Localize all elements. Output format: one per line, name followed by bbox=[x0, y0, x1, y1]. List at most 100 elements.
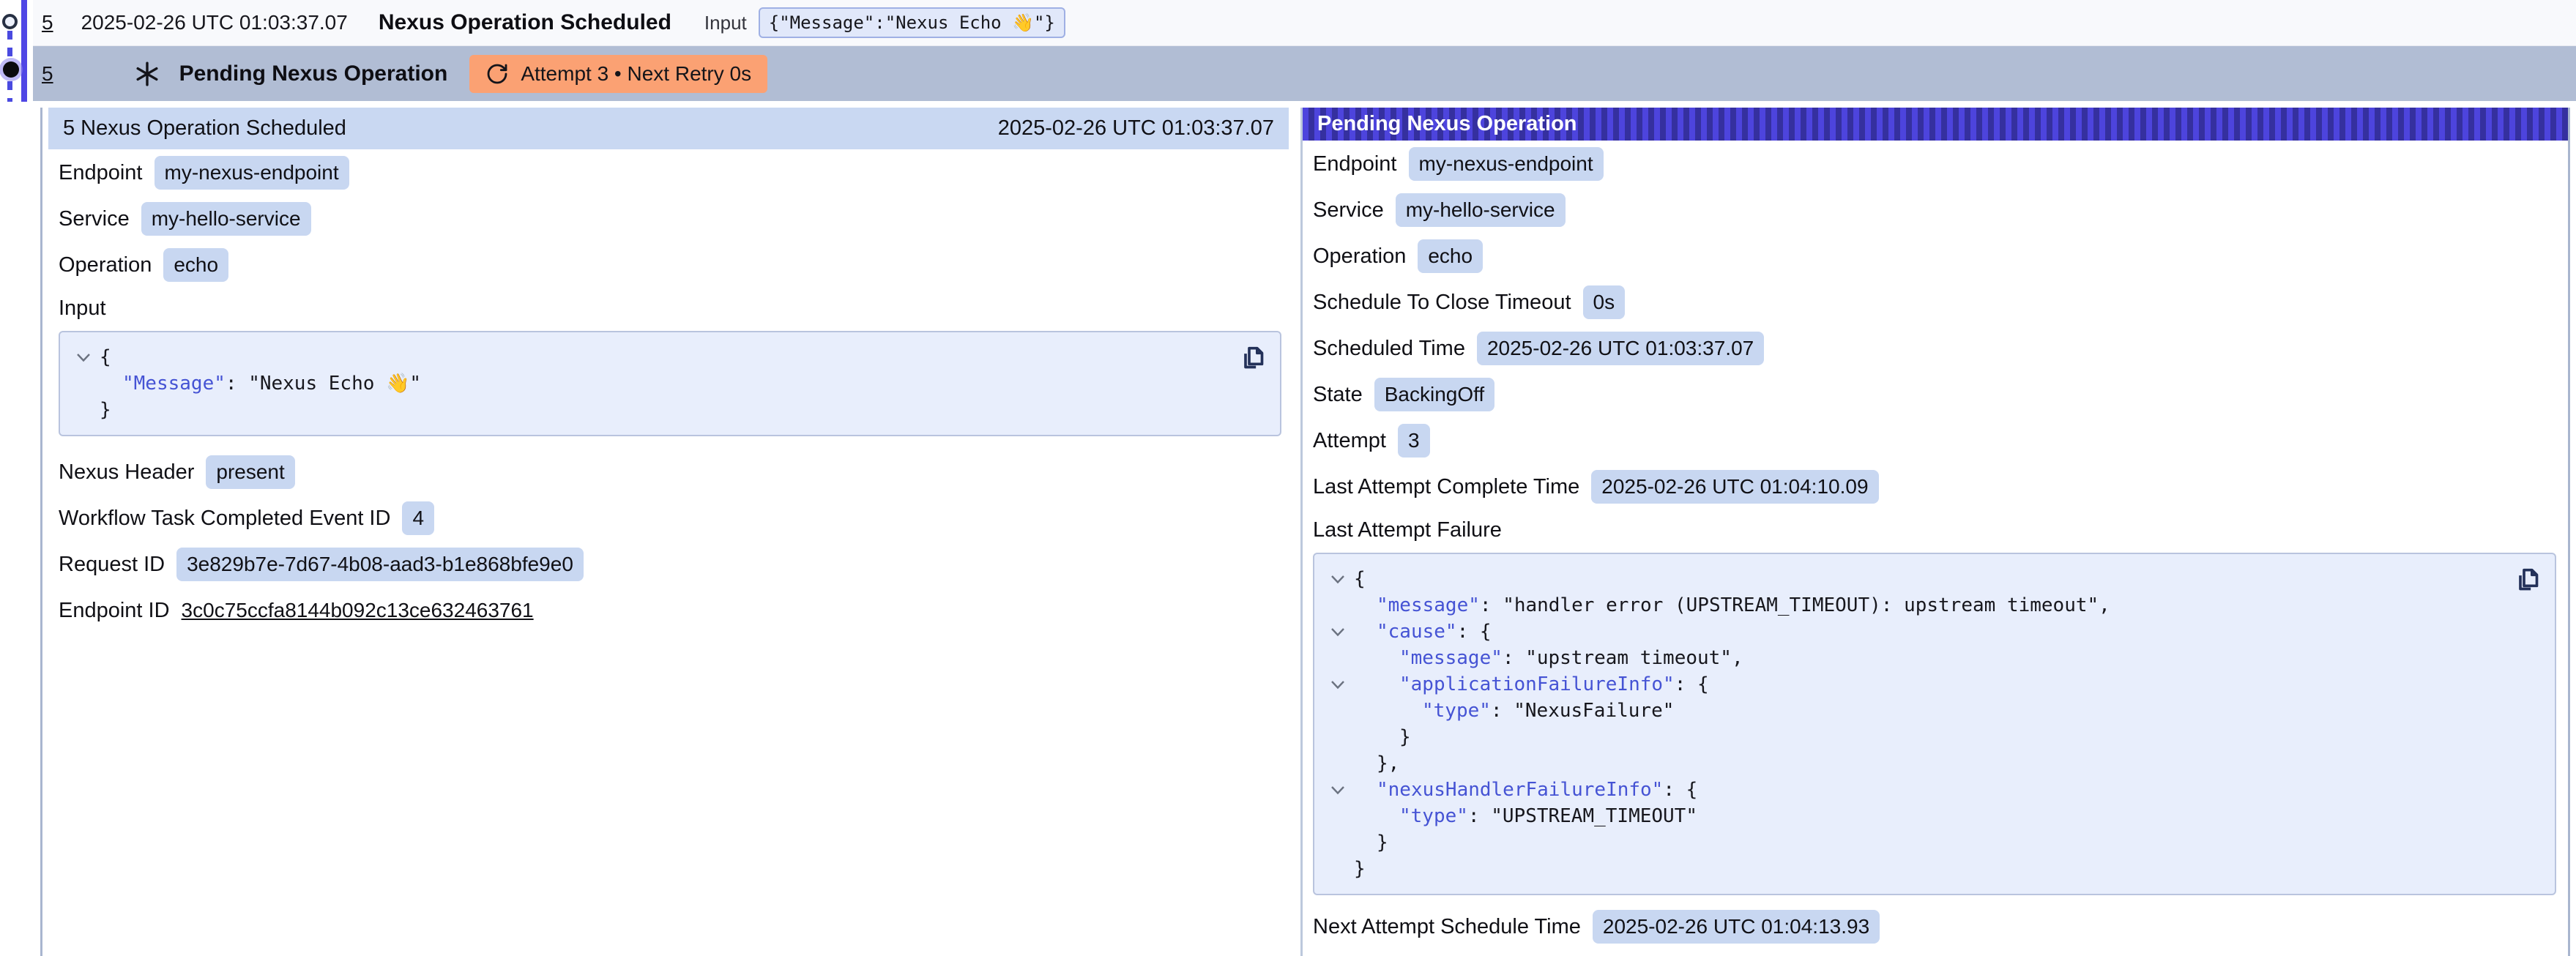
chevron-spacer bbox=[1322, 645, 1354, 671]
field-last-attempt-complete-time: Last Attempt Complete Time 2025-02-26 UT… bbox=[1313, 470, 2568, 504]
field-label: Operation bbox=[1313, 244, 1406, 269]
event-input-label: Input bbox=[704, 12, 747, 34]
chevron-spacer bbox=[1322, 750, 1354, 777]
scheduled-event-header-title: 5 Nexus Operation Scheduled bbox=[63, 116, 346, 141]
copy-icon[interactable] bbox=[2512, 564, 2543, 595]
field-value-badge: echo bbox=[1418, 239, 1483, 273]
field-label: Last Attempt Complete Time bbox=[1313, 475, 1579, 499]
event-input-value-badge: {"Message":"Nexus Echo 👋"} bbox=[759, 7, 1065, 38]
field-label: Workflow Task Completed Event ID bbox=[59, 507, 390, 531]
field-value-badge: my-hello-service bbox=[1396, 193, 1566, 227]
pending-operation-column: Pending Nexus Operation Endpoint my-nexu… bbox=[1300, 108, 2568, 956]
field-value-badge: my-nexus-endpoint bbox=[155, 156, 349, 190]
field-operation: Operation echo bbox=[59, 248, 1289, 282]
event-id-link[interactable]: 5 bbox=[42, 11, 53, 34]
code-line: } bbox=[1322, 724, 2540, 750]
field-endpoint: Endpoint my-nexus-endpoint bbox=[59, 156, 1289, 190]
field-label: Attempt bbox=[1313, 429, 1386, 453]
chevron-spacer bbox=[67, 397, 100, 423]
input-section-label: Input bbox=[59, 294, 1289, 322]
field-value-badge: present bbox=[206, 455, 294, 489]
code-text: "message": "upstream timeout", bbox=[1354, 645, 1743, 671]
collapse-chevron-icon[interactable] bbox=[1322, 671, 1354, 698]
event-detail-panel: 5 Nexus Operation Scheduled 2025-02-26 U… bbox=[40, 108, 2570, 956]
code-text: } bbox=[1354, 724, 1411, 750]
code-text: } bbox=[1354, 856, 1366, 882]
field-value-badge: 2025-02-26 UTC 01:04:13.93 bbox=[1593, 910, 1880, 944]
collapse-chevron-icon[interactable] bbox=[67, 344, 100, 370]
retry-status-badge: Attempt 3 • Next Retry 0s bbox=[469, 55, 767, 93]
code-line: } bbox=[1322, 829, 2540, 856]
code-line: } bbox=[67, 397, 1265, 423]
field-value-badge: my-hello-service bbox=[141, 202, 311, 236]
field-value-badge: 3e829b7e-7d67-4b08-aad3-b1e868bfe9e0 bbox=[176, 548, 584, 581]
field-scheduled-time: Scheduled Time 2025-02-26 UTC 01:03:37.0… bbox=[1313, 332, 2568, 365]
retry-icon bbox=[485, 62, 509, 86]
code-line: "type": "UPSTREAM_TIMEOUT" bbox=[1322, 803, 2540, 829]
scheduled-event-header: 5 Nexus Operation Scheduled 2025-02-26 U… bbox=[48, 108, 1289, 149]
collapse-chevron-icon[interactable] bbox=[1322, 566, 1354, 592]
field-label: Request ID bbox=[59, 553, 165, 577]
last-attempt-failure-label: Last Attempt Failure bbox=[1313, 516, 2568, 544]
field-attempt: Attempt 3 bbox=[1313, 424, 2568, 458]
chevron-spacer bbox=[1322, 698, 1354, 724]
code-text: { bbox=[1354, 566, 1366, 592]
code-text: "cause": { bbox=[1354, 619, 1492, 645]
event-row-nexus-operation-scheduled[interactable]: 5 2025-02-26 UTC 01:03:37.07 Nexus Opera… bbox=[33, 0, 2576, 46]
field-label: Operation bbox=[59, 253, 152, 277]
field-schedule-to-close-timeout: Schedule To Close Timeout 0s bbox=[1313, 285, 2568, 319]
code-text: "Message": "Nexus Echo 👋" bbox=[100, 370, 421, 397]
field-operation: Operation echo bbox=[1313, 239, 2568, 273]
collapse-chevron-icon[interactable] bbox=[1322, 619, 1354, 645]
event-id-link[interactable]: 5 bbox=[42, 62, 53, 86]
field-value-badge: 4 bbox=[402, 501, 434, 535]
chevron-spacer bbox=[1322, 856, 1354, 882]
chevron-spacer bbox=[1322, 829, 1354, 856]
event-timestamp: 2025-02-26 UTC 01:03:37.07 bbox=[81, 11, 348, 34]
code-text: "applicationFailureInfo": { bbox=[1354, 671, 1709, 698]
code-line: "type": "NexusFailure" bbox=[1322, 698, 2540, 724]
code-text: } bbox=[100, 397, 111, 423]
chevron-spacer bbox=[1322, 592, 1354, 619]
code-text: "nexusHandlerFailureInfo": { bbox=[1354, 777, 1697, 803]
chevron-spacer bbox=[1322, 724, 1354, 750]
collapse-chevron-icon[interactable] bbox=[1322, 777, 1354, 803]
code-text: { bbox=[100, 344, 111, 370]
event-row-pending-nexus-operation[interactable]: 5 Pending Nexus Operation Attempt 3 • Ne… bbox=[33, 46, 2576, 101]
event-history-rows: 5 2025-02-26 UTC 01:03:37.07 Nexus Opera… bbox=[33, 0, 2576, 101]
field-service: Service my-hello-service bbox=[1313, 193, 2568, 227]
pending-operation-fields: Endpoint my-nexus-endpoint Service my-he… bbox=[1303, 141, 2568, 956]
endpoint-id-link[interactable]: 3c0c75ccfa8144b092c13ce632463761 bbox=[182, 599, 534, 622]
field-label: Endpoint ID bbox=[59, 599, 170, 623]
timeline-event-marker-current bbox=[3, 61, 19, 78]
code-line: "message": "upstream timeout", bbox=[1322, 645, 2540, 671]
field-value-badge: 0s bbox=[1583, 285, 1626, 319]
field-service: Service my-hello-service bbox=[59, 202, 1289, 236]
code-line: }, bbox=[1322, 750, 2540, 777]
scheduled-event-header-timestamp: 2025-02-26 UTC 01:03:37.07 bbox=[998, 116, 1274, 141]
field-label: Nexus Header bbox=[59, 460, 194, 485]
timeline-active-bar bbox=[21, 0, 27, 102]
event-title: Nexus Operation Scheduled bbox=[379, 10, 671, 35]
pending-asterisk-icon bbox=[134, 61, 160, 87]
code-line: "cause": { bbox=[1322, 619, 2540, 645]
pending-operation-header: Pending Nexus Operation bbox=[1303, 108, 2568, 141]
code-line: "nexusHandlerFailureInfo": { bbox=[1322, 777, 2540, 803]
field-endpoint: Endpoint my-nexus-endpoint bbox=[1313, 147, 2568, 181]
timeline-event-marker-open bbox=[2, 14, 18, 29]
event-title: Pending Nexus Operation bbox=[179, 61, 448, 86]
field-label: State bbox=[1313, 383, 1363, 407]
code-line: "applicationFailureInfo": { bbox=[1322, 671, 2540, 698]
field-label: Next Attempt Schedule Time bbox=[1313, 915, 1581, 939]
code-line: { bbox=[1322, 566, 2540, 592]
field-label: Scheduled Time bbox=[1313, 337, 1465, 361]
field-request-id: Request ID 3e829b7e-7d67-4b08-aad3-b1e86… bbox=[59, 548, 1289, 581]
copy-icon[interactable] bbox=[1237, 343, 1268, 373]
field-value-badge: 3 bbox=[1398, 424, 1430, 458]
scheduled-event-detail-column: 5 Nexus Operation Scheduled 2025-02-26 U… bbox=[42, 108, 1289, 956]
code-line: "message": "handler error (UPSTREAM_TIME… bbox=[1322, 592, 2540, 619]
pending-operation-header-title: Pending Nexus Operation bbox=[1317, 112, 1577, 136]
code-text: } bbox=[1354, 829, 1388, 856]
field-label: Endpoint bbox=[59, 161, 143, 185]
field-value-badge: 2025-02-26 UTC 01:03:37.07 bbox=[1477, 332, 1764, 365]
